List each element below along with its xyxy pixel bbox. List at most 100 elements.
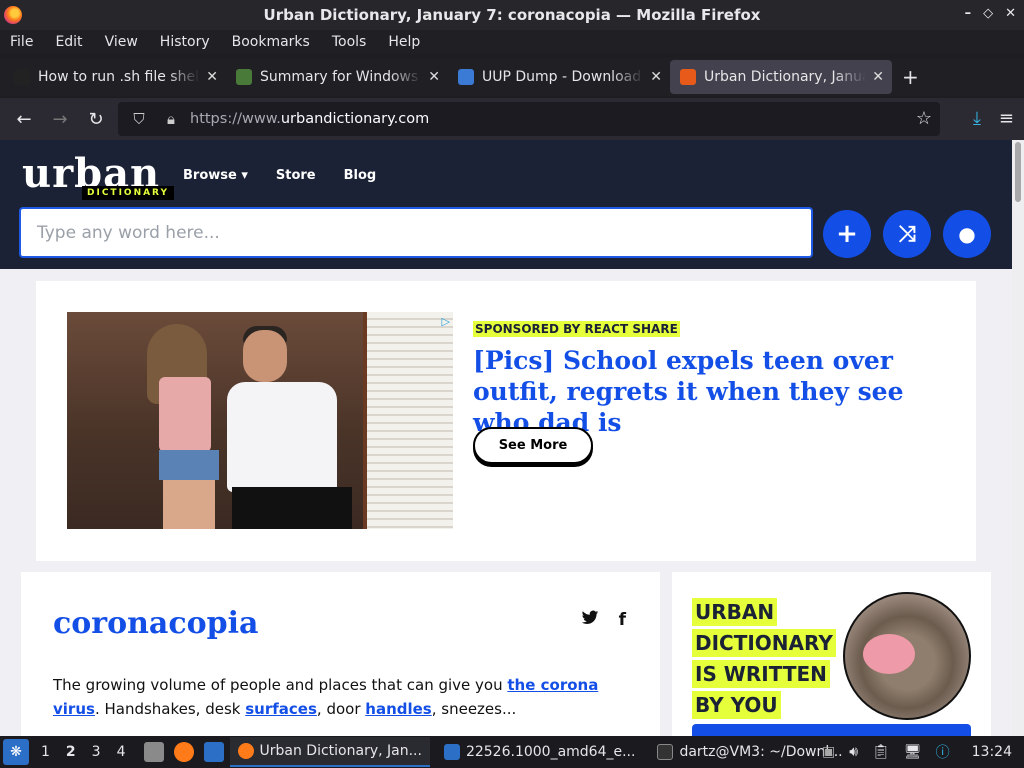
promo-line: URBAN [692,598,778,626]
app-menu-icon[interactable]: ≡ [999,108,1014,129]
menu-file[interactable]: File [10,34,33,50]
promo-line: DICTIONARY [692,629,836,657]
network-icon[interactable]: 🖥︎ [904,744,922,760]
tab-close-icon[interactable]: ✕ [650,69,662,85]
menu-tools[interactable]: Tools [332,34,367,50]
promo-button[interactable] [692,724,971,736]
random-word-button[interactable]: ⤨ [883,210,931,258]
workspace-1[interactable]: 1 [41,744,50,760]
tab-favicon-icon [236,69,252,85]
tab-urban-dictionary[interactable]: Urban Dictionary, Januar ✕ [670,60,892,94]
ad-image-figure [243,330,287,382]
nav-browse[interactable]: Browse ▾ [183,168,248,183]
new-tab-button[interactable]: + [902,65,919,89]
tab-favicon-icon [458,69,474,85]
scrollbar-thumb[interactable] [1015,142,1021,202]
window-titlebar: Urban Dictionary, January 7: coronacopia… [0,0,1024,30]
site-logo[interactable]: urban DICTIONARY [22,154,175,204]
tab-summary-windows[interactable]: Summary for Windows 1 ✕ [226,60,448,94]
share-icons: f [581,610,626,631]
clock: 13:24 [971,744,1012,760]
see-more-button[interactable]: See More [473,427,593,464]
forward-button[interactable]: → [42,109,78,130]
start-menu-button[interactable]: ❋ [3,739,29,765]
notification-icon[interactable]: ⓘ [936,742,950,762]
tab-close-icon[interactable]: ✕ [872,69,884,85]
tab-label: UUP Dump - Download W [482,69,645,85]
ad-image-figure [159,450,219,480]
sponsor-label: SPONSORED BY REACT SHARE [473,321,680,337]
folder-icon [443,744,460,760]
url-text[interactable]: https://www.urbandictionary.com [190,111,429,127]
bookmark-star-icon[interactable]: ☆ [916,108,932,129]
maximize-button[interactable]: ◇ [983,6,993,21]
workspace-4[interactable]: 4 [117,744,126,760]
back-button[interactable]: ← [6,109,42,130]
window-title: Urban Dictionary, January 7: coronacopia… [263,6,761,24]
quick-launch [143,742,224,762]
search-input[interactable]: Type any word here... [19,207,813,258]
workspace-switcher: 1 2 3 4 [41,744,126,760]
ad-image-shutter [367,312,453,529]
tab-label: Urban Dictionary, Januar [704,69,867,85]
adchoices-icon[interactable]: ▷ [442,315,450,328]
add-definition-button[interactable]: + [823,210,871,258]
facebook-icon[interactable]: f [619,610,626,631]
task-terminal[interactable]: dartz@VM3: ~/Downl... [649,737,850,767]
menu-help[interactable]: Help [388,34,420,50]
workspace-3[interactable]: 3 [92,744,101,760]
task-label: 22526.1000_amd64_e... [465,744,636,760]
task-label: Urban Dictionary, Jan... [259,743,422,759]
menu-history[interactable]: History [160,34,210,50]
task-folder[interactable]: 22526.1000_amd64_e... [436,737,644,767]
clipboard-icon[interactable]: 📋︎ [872,744,890,760]
link-surfaces[interactable]: surfaces [245,700,317,718]
definition-card: coronacopia f The growing volume of peop… [21,572,660,736]
desktop-icon[interactable] [203,742,224,762]
minimize-button[interactable]: – [965,6,972,21]
task-firefox[interactable]: Urban Dictionary, Jan... [229,737,430,767]
nav-blog[interactable]: Blog [344,168,377,183]
site-nav: Browse ▾ Store Blog [183,168,376,183]
tab-close-icon[interactable]: ✕ [206,69,218,85]
ad-image-figure [232,487,352,529]
tab-sh-file[interactable]: How to run .sh file shell s ✕ [4,60,226,94]
ad-image-figure [227,382,337,492]
link-handles[interactable]: handles [365,700,431,718]
ad-image[interactable]: ▷ [67,312,453,529]
close-window-button[interactable]: ✕ [1005,6,1016,21]
lock-icon[interactable]: 🔒︎ [160,110,182,128]
address-bar[interactable]: ⛉ 🔒︎ https://www.urbandictionary.com ☆ [118,102,940,136]
downloads-icon[interactable]: ⤓ [973,108,981,129]
ad-headline[interactable]: [Pics] School expels teen over outfit, r… [473,345,943,438]
reload-button[interactable]: ↻ [78,109,114,130]
promo-line: IS WRITTEN [692,660,830,688]
logo-subtitle: DICTIONARY [82,186,175,200]
menu-view[interactable]: View [105,34,138,50]
os-taskbar: ❋ 1 2 3 4 Urban Dictionary, Jan... 22526… [0,736,1024,768]
workspace-2[interactable]: 2 [66,744,76,760]
twitter-icon[interactable] [581,610,599,631]
file-manager-icon[interactable] [143,742,164,762]
site-header: urban DICTIONARY Browse ▾ Store Blog Typ… [0,140,1012,269]
terminal-icon [657,744,674,760]
nav-store[interactable]: Store [276,168,316,183]
ad-image-figure [159,377,211,452]
tab-uup-dump[interactable]: UUP Dump - Download W ✕ [448,60,670,94]
tab-favicon-icon [14,69,30,85]
volume-icon[interactable]: 🔊︎ [849,744,858,760]
menu-bookmarks[interactable]: Bookmarks [232,34,310,50]
page-scrollbar[interactable] [1012,140,1024,736]
cat-image [843,592,971,720]
definition-text: The growing volume of people and places … [53,676,599,718]
promo-sidebar: URBAN DICTIONARY IS WRITTEN BY YOU [672,572,991,736]
user-account-button[interactable]: ● [943,210,991,258]
tray-upload-icon[interactable]: ▣ [822,744,835,760]
tab-close-icon[interactable]: ✕ [428,69,440,85]
tracking-shield-icon[interactable]: ⛉ [128,110,150,128]
firefox-icon [237,743,254,759]
menu-edit[interactable]: Edit [55,34,82,50]
ad-card: ▷ SPONSORED BY REACT SHARE [Pics] School… [36,281,976,561]
firefox-launch-icon[interactable] [173,742,194,762]
definition-word[interactable]: coronacopia [53,606,258,641]
